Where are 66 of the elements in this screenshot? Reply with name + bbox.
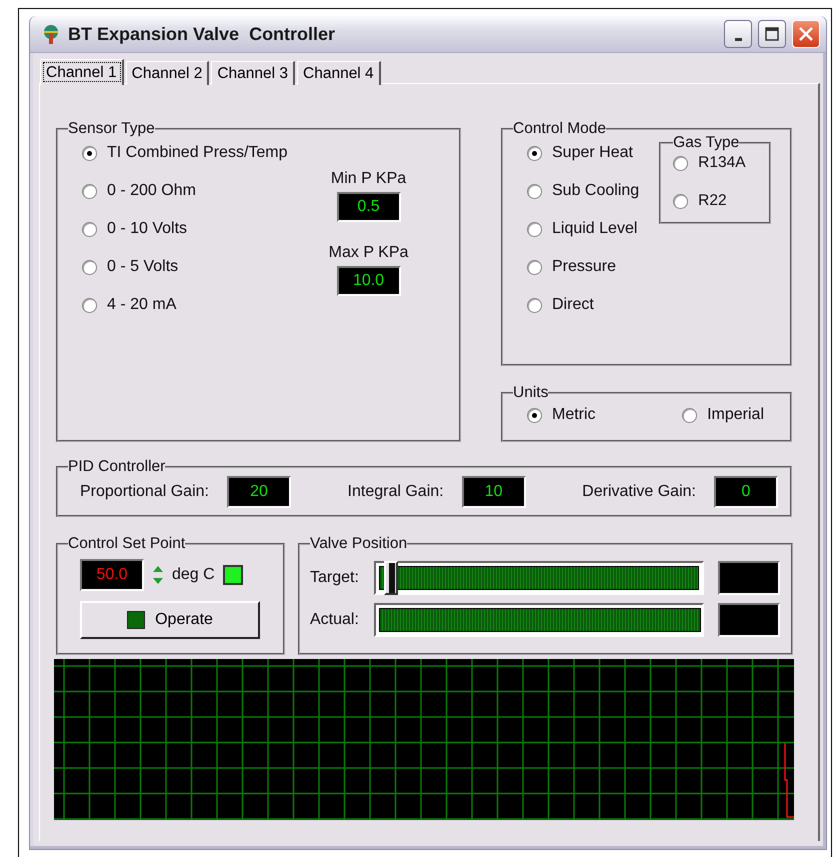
radio-button[interactable]: [673, 156, 688, 170]
set-point-field[interactable]: 50.0: [80, 559, 144, 591]
option-label[interactable]: Direct: [552, 296, 594, 314]
radio-button[interactable]: [82, 298, 97, 312]
group-label: Valve Position: [310, 535, 408, 553]
group-label: Units: [513, 384, 548, 402]
maximize-button[interactable]: [758, 20, 786, 48]
option-label[interactable]: 4 - 20 mA: [107, 296, 176, 314]
tab[interactable]: Channel 2: [126, 61, 210, 85]
readout-display: [718, 603, 780, 637]
option-label[interactable]: Pressure: [552, 258, 616, 276]
radio-button[interactable]: [527, 260, 542, 274]
option-label[interactable]: Imperial: [707, 406, 764, 424]
radio-button[interactable]: [673, 194, 688, 208]
radio-button[interactable]: [527, 184, 542, 198]
operate-button[interactable]: Operate: [80, 601, 260, 639]
field-label: Proportional Gain:: [80, 483, 209, 501]
max-pressure-label: Max P KPa: [328, 244, 408, 262]
row-label: Target:: [310, 569, 360, 587]
gain-field[interactable]: 20: [226, 476, 291, 508]
unit-label: deg C: [172, 566, 215, 584]
min-pressure-field[interactable]: 0.5: [336, 192, 401, 222]
option-label[interactable]: Metric: [552, 406, 596, 424]
gain-field[interactable]: 10: [462, 476, 526, 508]
min-pressure-label: Min P KPa: [330, 170, 406, 188]
field-label: Derivative Gain:: [582, 483, 696, 501]
option-label[interactable]: Liquid Level: [552, 220, 638, 238]
option-label[interactable]: 0 - 200 Ohm: [107, 182, 196, 200]
radio-button[interactable]: [82, 260, 97, 274]
radio-button[interactable]: [82, 184, 97, 198]
group-label: Gas Type: [673, 134, 740, 152]
radio-button[interactable]: [527, 408, 542, 422]
tab[interactable]: Channel 4: [297, 61, 381, 85]
group-label: Control Set Point: [68, 535, 186, 553]
option-label[interactable]: Sub Cooling: [552, 182, 640, 200]
row-label: Actual:: [310, 611, 360, 629]
group-label: Sensor Type: [68, 120, 155, 138]
group-label: PID Controller: [68, 458, 166, 476]
radio-button[interactable]: [82, 222, 97, 236]
spin-arrows-icon[interactable]: [152, 565, 164, 585]
option-label[interactable]: R22: [698, 192, 727, 210]
gain-field[interactable]: 0: [714, 476, 778, 508]
window-title: BT Expansion Valve Controller: [68, 24, 336, 44]
close-button[interactable]: [792, 20, 820, 48]
slider-thumb[interactable]: [384, 561, 398, 595]
maximize-icon: [765, 27, 779, 41]
radio-button[interactable]: [527, 146, 542, 160]
option-label[interactable]: TI Combined Press/Temp: [107, 144, 288, 162]
minimize-icon: [734, 38, 742, 40]
minimize-button[interactable]: [724, 20, 752, 48]
radio-button[interactable]: [527, 222, 542, 236]
radio-button[interactable]: [527, 298, 542, 312]
readout-display: [718, 561, 780, 595]
option-label[interactable]: Super Heat: [552, 144, 633, 162]
field-label: Integral Gain:: [348, 483, 444, 501]
radio-button[interactable]: [82, 146, 97, 160]
close-icon: [798, 26, 814, 42]
option-label[interactable]: R134A: [698, 154, 746, 172]
radio-button[interactable]: [682, 408, 698, 422]
option-label[interactable]: 0 - 10 Volts: [107, 220, 188, 238]
group-label: Control Mode: [513, 120, 606, 138]
max-pressure-field[interactable]: 10.0: [336, 266, 401, 296]
option-label[interactable]: 0 - 5 Volts: [107, 258, 178, 276]
slider-track[interactable]: [374, 561, 704, 595]
tab[interactable]: Channel 1: [40, 59, 124, 85]
tab[interactable]: Channel 3: [211, 61, 296, 85]
